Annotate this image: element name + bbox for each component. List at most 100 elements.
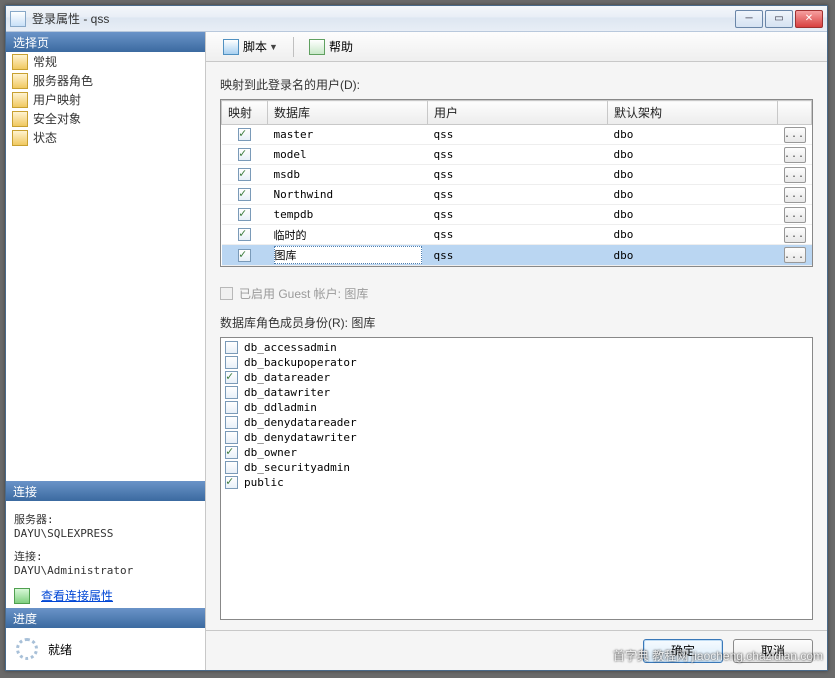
guest-label: 已启用 Guest 帐户: 图库 xyxy=(239,285,368,302)
script-button[interactable]: 脚本 ▼ xyxy=(216,35,285,58)
role-item[interactable]: db_backupoperator xyxy=(225,355,808,370)
map-checkbox[interactable] xyxy=(238,168,251,181)
select-page-header: 选择页 xyxy=(6,32,205,52)
browse-button[interactable]: ... xyxy=(784,187,806,203)
cell-user[interactable]: qss xyxy=(428,245,608,266)
cell-database[interactable]: msdb xyxy=(274,168,422,181)
browse-button[interactable]: ... xyxy=(784,227,806,243)
cell-user[interactable]: qss xyxy=(428,165,608,185)
cell-schema[interactable]: dbo xyxy=(608,205,778,225)
guest-enabled-row: 已启用 Guest 帐户: 图库 xyxy=(220,285,813,302)
role-checkbox[interactable] xyxy=(225,461,238,474)
cell-database[interactable]: master xyxy=(274,128,422,141)
map-checkbox[interactable] xyxy=(238,249,251,262)
cell-user[interactable]: qss xyxy=(428,145,608,165)
role-item[interactable]: db_datareader xyxy=(225,370,808,385)
nav-list: 常规 服务器角色 用户映射 安全对象 状态 xyxy=(6,52,205,481)
browse-button[interactable]: ... xyxy=(784,127,806,143)
maximize-button[interactable]: ▭ xyxy=(765,10,793,28)
col-default-schema[interactable]: 默认架构 xyxy=(608,101,778,125)
map-checkbox[interactable] xyxy=(238,208,251,221)
browse-button[interactable]: ... xyxy=(784,247,806,263)
titlebar[interactable]: 登录属性 - qss ─ ▭ ✕ xyxy=(6,6,827,32)
col-user[interactable]: 用户 xyxy=(428,101,608,125)
map-checkbox[interactable] xyxy=(238,128,251,141)
cell-user[interactable]: qss xyxy=(428,125,608,145)
cell-schema[interactable]: dbo xyxy=(608,185,778,205)
minimize-button[interactable]: ─ xyxy=(735,10,763,28)
properties-icon xyxy=(14,588,30,604)
cell-database[interactable]: model xyxy=(274,148,422,161)
role-item[interactable]: db_denydatareader xyxy=(225,415,808,430)
map-checkbox[interactable] xyxy=(238,228,251,241)
browse-button[interactable]: ... xyxy=(784,207,806,223)
cell-user[interactable]: qss xyxy=(428,185,608,205)
role-name: db_denydatareader xyxy=(244,416,357,429)
table-row[interactable]: 临时的 qssdbo... xyxy=(222,225,812,245)
cell-database[interactable]: 临时的 xyxy=(274,227,422,243)
role-item[interactable]: public xyxy=(225,475,808,490)
table-row[interactable]: Northwind qssdbo... xyxy=(222,185,812,205)
nav-item-user-mapping[interactable]: 用户映射 xyxy=(6,90,205,109)
cell-user[interactable]: qss xyxy=(428,205,608,225)
toolbar: 脚本 ▼ 帮助 xyxy=(206,32,827,62)
cell-database[interactable]: Northwind xyxy=(274,188,422,201)
page-icon xyxy=(12,54,28,70)
role-name: db_backupoperator xyxy=(244,356,357,369)
role-item[interactable]: db_ddladmin xyxy=(225,400,808,415)
close-button[interactable]: ✕ xyxy=(795,10,823,28)
roles-listbox[interactable]: db_accessadmin db_backupoperatordb_datare… xyxy=(220,337,813,620)
nav-item-securables[interactable]: 安全对象 xyxy=(6,109,205,128)
role-item[interactable]: db_denydatawriter xyxy=(225,430,808,445)
progress-status: 就绪 xyxy=(48,641,72,658)
role-checkbox[interactable] xyxy=(225,446,238,459)
browse-button[interactable]: ... xyxy=(784,167,806,183)
browse-button[interactable]: ... xyxy=(784,147,806,163)
server-value: DAYU\SQLEXPRESS xyxy=(14,527,197,540)
role-item[interactable]: db_owner xyxy=(225,445,808,460)
table-row[interactable]: msdbqssdbo... xyxy=(222,165,812,185)
role-checkbox[interactable] xyxy=(225,356,238,369)
table-row[interactable]: model qssdbo... xyxy=(222,145,812,165)
nav-item-server-roles[interactable]: 服务器角色 xyxy=(6,71,205,90)
cell-schema[interactable]: dbo xyxy=(608,225,778,245)
connection-value: DAYU\Administrator xyxy=(14,564,197,577)
role-checkbox[interactable] xyxy=(225,341,238,354)
role-checkbox[interactable] xyxy=(225,431,238,444)
cell-schema[interactable]: dbo xyxy=(608,165,778,185)
role-item[interactable]: db_datawriter xyxy=(225,385,808,400)
role-checkbox[interactable] xyxy=(225,401,238,414)
role-checkbox[interactable] xyxy=(225,371,238,384)
role-item[interactable]: db_accessadmin xyxy=(225,340,808,355)
nav-item-general[interactable]: 常规 xyxy=(6,52,205,71)
cell-schema[interactable]: dbo xyxy=(608,125,778,145)
role-item[interactable]: db_securityadmin xyxy=(225,460,808,475)
role-name: db_accessadmin xyxy=(244,341,337,354)
mapping-grid[interactable]: 映射 数据库 用户 默认架构 masterqssdbo...modelqssdb… xyxy=(220,99,813,267)
nav-item-status[interactable]: 状态 xyxy=(6,128,205,147)
role-name: public xyxy=(244,476,284,489)
table-row[interactable]: 图库 qssdbo... xyxy=(222,245,812,266)
cell-database[interactable]: 图库 xyxy=(274,246,422,264)
map-checkbox[interactable] xyxy=(238,148,251,161)
cell-schema[interactable]: dbo xyxy=(608,245,778,266)
window-title: 登录属性 - qss xyxy=(32,10,735,27)
guest-checkbox xyxy=(220,287,233,300)
table-row[interactable]: tempdb qssdbo... xyxy=(222,205,812,225)
cell-user[interactable]: qss xyxy=(428,225,608,245)
table-row[interactable]: master qssdbo... xyxy=(222,125,812,145)
col-map[interactable]: 映射 xyxy=(222,101,268,125)
mapping-table: 映射 数据库 用户 默认架构 masterqssdbo...modelqssdb… xyxy=(221,100,812,266)
role-checkbox[interactable] xyxy=(225,416,238,429)
view-connection-properties-link[interactable]: 查看连接属性 xyxy=(41,587,113,604)
cell-database[interactable]: tempdb xyxy=(274,208,422,221)
col-browse xyxy=(778,101,812,125)
col-database[interactable]: 数据库 xyxy=(268,101,428,125)
help-button[interactable]: 帮助 xyxy=(302,35,360,58)
role-checkbox[interactable] xyxy=(225,476,238,489)
view-conn-props-row: 查看连接属性 xyxy=(6,583,205,608)
help-icon xyxy=(309,39,325,55)
cell-schema[interactable]: dbo xyxy=(608,145,778,165)
role-checkbox[interactable] xyxy=(225,386,238,399)
map-checkbox[interactable] xyxy=(238,188,251,201)
